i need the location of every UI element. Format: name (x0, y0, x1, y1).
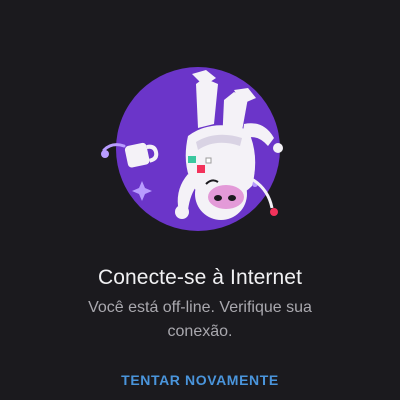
offline-screen: Conecte-se à Internet Você está off-line… (0, 0, 400, 400)
page-title: Conecte-se à Internet (97, 266, 303, 289)
offline-message: Você está off-line. Verifique sua conexã… (88, 299, 312, 340)
floating-astronaut-pig-illustration (101, 67, 283, 231)
retry-button[interactable]: TENTAR NOVAMENTE (110, 366, 290, 394)
